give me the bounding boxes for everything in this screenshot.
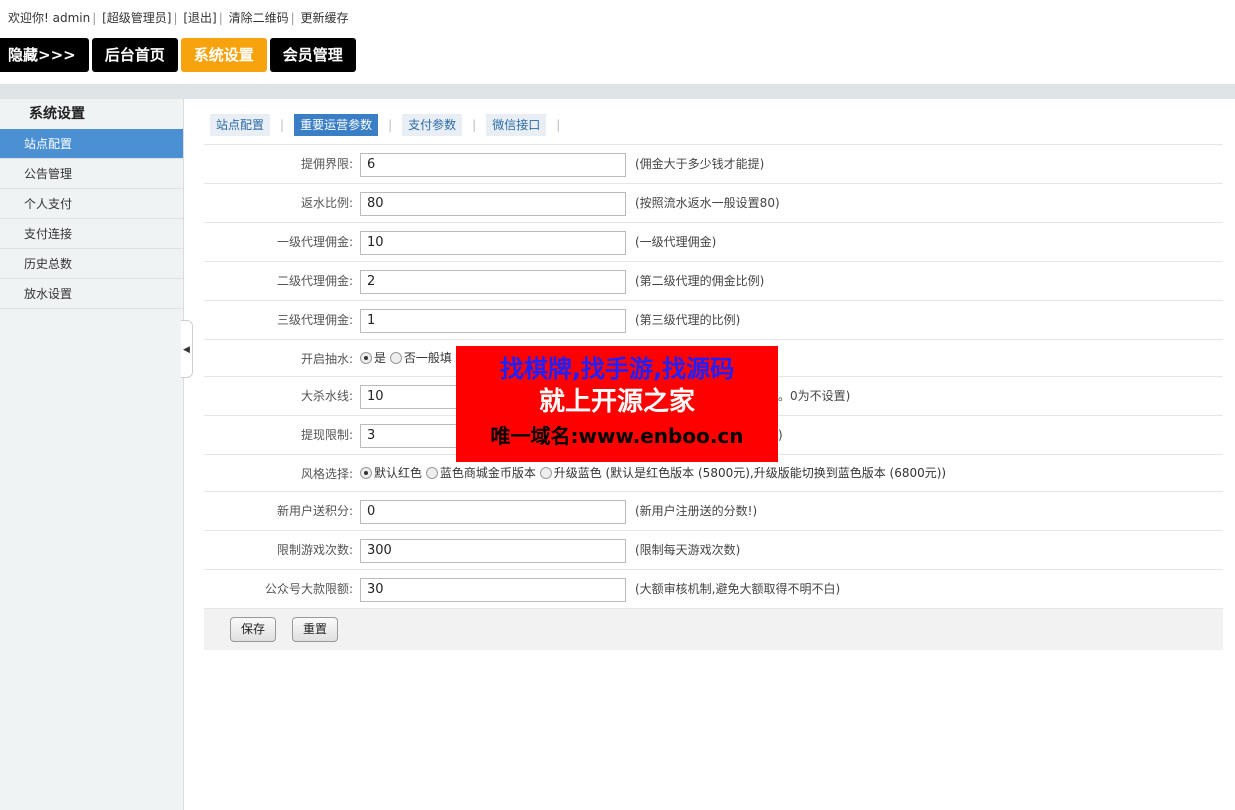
field-hint: (按照流水返水一般设置80)	[635, 196, 780, 210]
field-label: 一级代理佣金:	[276, 235, 353, 249]
sidebar-item-notice[interactable]: 公告管理	[0, 159, 183, 189]
agent-level1-input[interactable]: 10	[360, 231, 626, 255]
style-red-radio[interactable]	[360, 467, 372, 479]
clear-qr-link[interactable]: 清除二维码	[229, 11, 289, 25]
style-upgrade-blue-radio[interactable]	[539, 467, 552, 479]
game-limit-input[interactable]: 300	[360, 539, 626, 563]
draw-radio-group: 是 否一般填	[360, 340, 452, 376]
agent-level2-input[interactable]: 2	[360, 270, 626, 294]
tab-site-config[interactable]: 站点配置	[210, 114, 271, 136]
style-blue-shop-radio[interactable]	[425, 467, 438, 479]
username: admin	[52, 11, 91, 25]
form-row: 二级代理佣金: 2 (第二级代理的佣金比例)	[204, 261, 1223, 300]
form-row: 新用户送积分: 0 (新用户注册送的分数!)	[204, 491, 1223, 530]
sidebar: 系统设置 站点配置 公告管理 个人支付 支付连接 历史总数 放水设置	[0, 99, 184, 810]
form-row: 提佣界限: 6 (佣金大于多少钱才能提)	[204, 144, 1223, 183]
save-button[interactable]: 保存	[230, 617, 277, 642]
watermark-line1: 找棋牌,找手游,找源码	[499, 355, 735, 383]
sidebar-item-history[interactable]: 历史总数	[0, 249, 183, 279]
field-hint: (新用户注册送的分数!)	[635, 504, 758, 518]
field-label: 三级代理佣金:	[276, 313, 353, 327]
agent-level3-input[interactable]: 1	[360, 309, 626, 333]
sidebar-toggle[interactable]: ◀	[181, 320, 193, 378]
form-row: 一级代理佣金: 10 (一级代理佣金)	[204, 222, 1223, 261]
tab-operation-params[interactable]: 重要运营参数	[294, 114, 379, 136]
large-amount-limit-input[interactable]: 30	[360, 578, 626, 602]
field-label: 返水比例:	[300, 196, 353, 210]
nav-settings[interactable]: 系统设置	[180, 38, 267, 72]
nav-home[interactable]: 后台首页	[91, 38, 178, 72]
radio-label: 默认红色	[374, 466, 423, 480]
field-label: 开启抽水:	[300, 352, 353, 366]
field-hint: 杀。0为不设置)	[766, 389, 851, 403]
sidebar-item-site-config[interactable]: 站点配置	[0, 129, 183, 159]
reset-button[interactable]: 重置	[292, 617, 339, 642]
field-label: 二级代理佣金:	[276, 274, 353, 288]
field-label: 限制游戏次数:	[276, 543, 353, 557]
field-label: 大杀水线:	[300, 389, 353, 403]
watermark-line2: 就上开源之家	[538, 387, 695, 417]
triangle-left-icon: ◀	[183, 345, 190, 355]
draw-no-radio[interactable]	[389, 352, 402, 364]
refresh-cache-link[interactable]: 更新缓存	[301, 11, 349, 25]
field-label: 提佣界限:	[300, 157, 353, 171]
logout-link[interactable]: [退出]	[183, 11, 216, 25]
tab-bar: 站点配置 | 重要运营参数 | 支付参数 | 微信接口 |	[210, 114, 570, 136]
hide-button[interactable]: 隐藏>>>	[0, 38, 89, 72]
sidebar-item-pay-link[interactable]: 支付连接	[0, 219, 183, 249]
watermark-line3: 唯一域名:www.enboo.cn	[490, 424, 744, 448]
field-label: 风格选择:	[300, 467, 353, 481]
field-hint: (一级代理佣金)	[635, 235, 717, 249]
radio-label: 蓝色商城金币版本	[439, 466, 536, 480]
role-label: [超级管理员]	[102, 11, 172, 25]
new-user-points-input[interactable]: 0	[360, 500, 626, 524]
field-hint: (限制每天游戏次数)	[635, 543, 741, 557]
nav-members[interactable]: 会员管理	[269, 38, 356, 72]
sidebar-title: 系统设置	[29, 106, 85, 122]
field-label: 公众号大款限额:	[264, 582, 353, 596]
commission-limit-input[interactable]: 6	[360, 153, 626, 177]
top-status-bar: 欢迎你! admin | [超级管理员] | [退出] | 清除二维码 | 更新缓存	[8, 11, 349, 25]
radio-label: 是	[374, 351, 387, 365]
field-hint: (佣金大于多少钱才能提)	[635, 157, 765, 171]
main-nav: 隐藏>>> 后台首页 系统设置 会员管理	[0, 38, 356, 72]
form-row: 公众号大款限额: 30 (大额审核机制,避免大额取得不明不白)	[204, 569, 1223, 608]
radio-label: 升级蓝色 (默认是红色版本 (5800元),升级版能切换到蓝色版本 (6800元…	[553, 466, 947, 480]
form-actions: 保存 重置	[204, 608, 1223, 650]
field-label: 提现限制:	[300, 428, 353, 442]
field-hint: (大额审核机制,避免大额取得不明不白)	[635, 582, 841, 596]
tab-pay-params[interactable]: 支付参数	[402, 114, 463, 136]
field-hint: )	[778, 428, 783, 442]
header-divider	[0, 84, 1235, 99]
radio-label: 否一般填	[403, 351, 452, 365]
tab-wechat[interactable]: 微信接口	[486, 114, 547, 136]
form-row: 返水比例: 80 (按照流水返水一般设置80)	[204, 183, 1223, 222]
sidebar-item-release[interactable]: 放水设置	[0, 279, 183, 309]
rebate-ratio-input[interactable]: 80	[360, 192, 626, 216]
field-hint: (第二级代理的佣金比例)	[635, 274, 765, 288]
form-row: 限制游戏次数: 300 (限制每天游戏次数)	[204, 530, 1223, 569]
field-hint: (第三级代理的比例)	[635, 313, 741, 327]
watermark-banner: 找棋牌,找手游,找源码 就上开源之家 唯一域名:www.enboo.cn	[456, 346, 778, 462]
welcome-text: 欢迎你!	[8, 11, 49, 25]
sidebar-item-personal-pay[interactable]: 个人支付	[0, 189, 183, 219]
form-row: 三级代理佣金: 1 (第三级代理的比例)	[204, 300, 1223, 339]
field-label: 新用户送积分:	[276, 504, 353, 518]
draw-yes-radio[interactable]	[360, 352, 372, 364]
